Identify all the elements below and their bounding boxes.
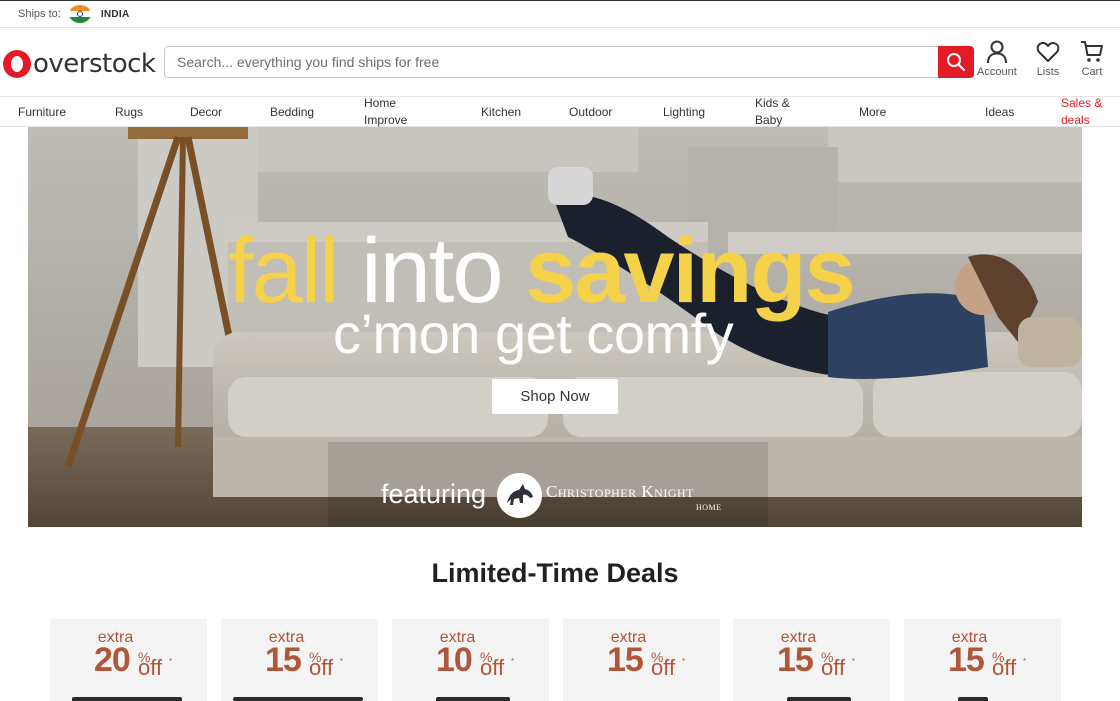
account-label: Account: [977, 66, 1017, 78]
lists-label: Lists: [1036, 66, 1060, 78]
cart-icon: [1081, 41, 1103, 62]
nav-item-kids-baby[interactable]: Kids & Baby: [755, 96, 790, 127]
search-input[interactable]: [165, 48, 938, 76]
deal-percent: 15: [777, 641, 814, 679]
search-button[interactable]: [938, 46, 974, 78]
limited-time-deals-heading: Limited-Time Deals: [431, 558, 679, 588]
search-bar: [164, 46, 974, 78]
deal-card[interactable]: extra 10 % off *: [392, 619, 549, 701]
deal-asterisk: *: [1023, 657, 1027, 666]
hero-word-fall: fall: [228, 220, 340, 322]
search-icon: [947, 53, 966, 72]
deal-off-label: off: [480, 655, 505, 680]
deal-percent: 20: [94, 641, 131, 679]
deal-asterisk: *: [340, 657, 344, 666]
brand-name: Christopher Knight: [546, 482, 694, 501]
deal-product-image: [233, 697, 363, 701]
deal-card[interactable]: extra 15 % off *: [904, 619, 1061, 701]
deal-off-label: off: [309, 655, 334, 680]
deal-percent: 15: [607, 641, 644, 679]
deal-percent: 10: [436, 641, 473, 679]
lists-button[interactable]: Lists: [1036, 40, 1060, 78]
deal-card[interactable]: extra 15 % off *: [563, 619, 720, 701]
ships-to-country[interactable]: INDIA: [101, 9, 130, 20]
hero-banner[interactable]: fall into savings c’mon get comfy Shop N…: [28, 127, 1082, 527]
deal-off-label: off: [651, 655, 676, 680]
heart-icon: [1036, 41, 1060, 62]
deal-asterisk: *: [169, 657, 173, 666]
nav-item-home-improve[interactable]: Home Improve: [364, 96, 407, 127]
logo-mark-icon: [3, 50, 31, 78]
deal-asterisk: *: [852, 657, 856, 666]
shop-now-button[interactable]: Shop Now: [492, 379, 618, 414]
nav-item-decor[interactable]: Decor: [190, 97, 222, 127]
deal-asterisk: *: [682, 657, 686, 666]
deal-card[interactable]: extra 20 % off *: [50, 619, 207, 701]
nav-item-bedding[interactable]: Bedding: [270, 97, 314, 127]
deal-card[interactable]: extra 15 % off *: [221, 619, 378, 701]
category-nav: Furniture Rugs Decor Bedding Home Improve…: [0, 96, 1120, 127]
nav-item-kitchen[interactable]: Kitchen: [481, 97, 521, 127]
ships-to-bar: Ships to: INDIA: [0, 0, 1120, 28]
deal-product-image: [436, 697, 510, 701]
deal-product-image: [958, 697, 988, 701]
deal-off-label: off: [138, 655, 163, 680]
nav-item-sales-deals[interactable]: Sales & deals: [1061, 96, 1102, 127]
logo-text: overstock: [33, 49, 156, 79]
deal-off-label: off: [821, 655, 846, 680]
nav-item-more[interactable]: More: [859, 97, 886, 127]
account-icon: [986, 40, 1007, 64]
deal-product-image: [787, 697, 851, 701]
horse-logo-icon: [497, 473, 542, 518]
nav-item-furniture[interactable]: Furniture: [18, 97, 66, 127]
brand-sub: HOME: [696, 503, 722, 512]
deal-asterisk: *: [511, 657, 515, 666]
nav-item-ideas[interactable]: Ideas: [985, 97, 1014, 127]
hero-subheadline: c’mon get comfy: [333, 302, 734, 365]
india-flag-icon[interactable]: [68, 5, 91, 23]
cart-label: Cart: [1081, 66, 1103, 78]
featuring-label: featuring: [381, 479, 487, 509]
nav-item-outdoor[interactable]: Outdoor: [569, 97, 612, 127]
cart-button[interactable]: Cart: [1080, 40, 1104, 78]
ships-to-label: Ships to:: [18, 8, 61, 20]
deal-percent: 15: [265, 641, 302, 679]
account-button[interactable]: Account: [977, 40, 1017, 78]
overstock-logo[interactable]: overstock: [3, 48, 156, 80]
deal-off-label: off: [992, 655, 1017, 680]
deal-card[interactable]: extra 15 % off *: [733, 619, 890, 701]
nav-item-lighting[interactable]: Lighting: [663, 97, 705, 127]
deal-percent: 15: [948, 641, 985, 679]
deal-product-image: [72, 697, 182, 701]
site-header: overstock Account Lists Cart: [0, 28, 1120, 96]
nav-item-rugs[interactable]: Rugs: [115, 97, 143, 127]
